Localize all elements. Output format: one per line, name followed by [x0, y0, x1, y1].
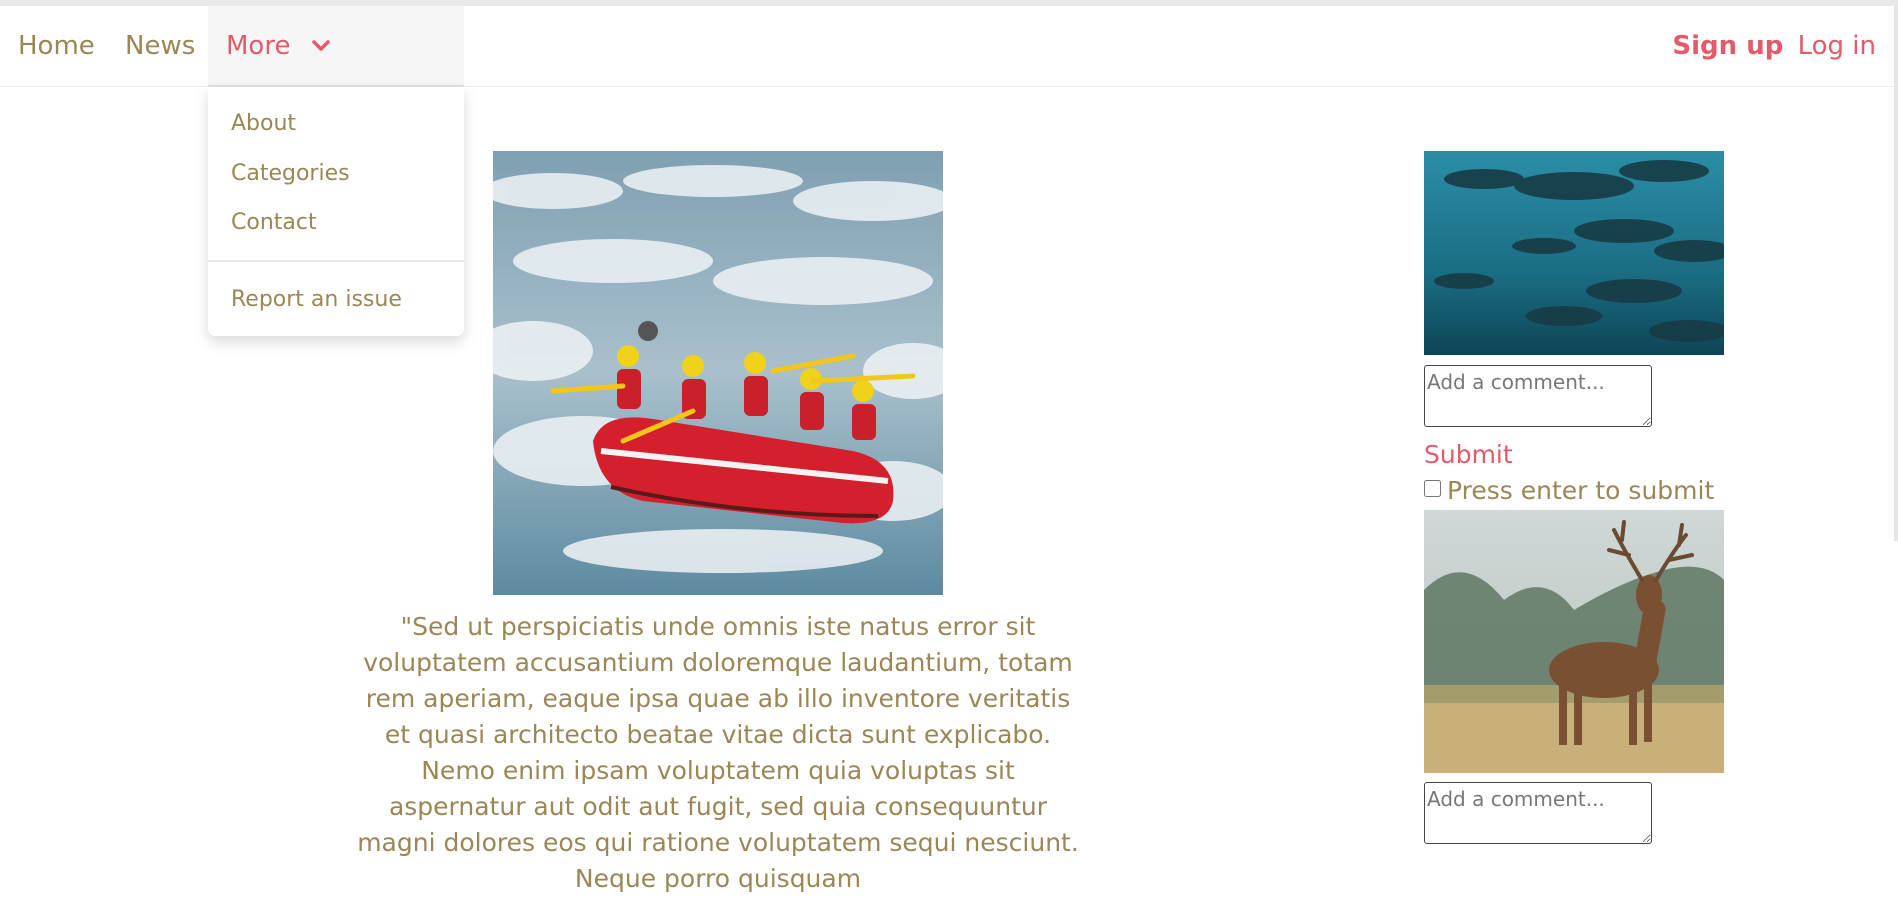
fish-photo [1424, 151, 1724, 355]
press-enter-checkbox[interactable] [1424, 480, 1441, 497]
chevron-down-icon [311, 5, 331, 85]
dropdown-item-about[interactable]: About [231, 111, 296, 136]
nav-news-link[interactable]: News [125, 6, 195, 86]
scrollbar[interactable] [1894, 6, 1898, 541]
auth-links: Sign up Log in [1672, 6, 1876, 86]
dropdown-divider [208, 260, 464, 262]
submit-button[interactable]: Submit [1424, 440, 1513, 469]
dropdown-item-contact[interactable]: Contact [231, 210, 317, 235]
comment-input-1[interactable] [1424, 365, 1652, 427]
signup-link[interactable]: Sign up [1672, 31, 1783, 61]
login-link[interactable]: Log in [1798, 31, 1876, 61]
nav-home-link[interactable]: Home [18, 6, 95, 86]
rafting-photo [493, 151, 943, 595]
comment-input-2[interactable] [1424, 782, 1652, 844]
navbar: Home News More Sign up Log in [0, 6, 1898, 87]
article-quote: "Sed ut perspiciatis unde omnis iste nat… [357, 612, 1079, 893]
more-dropdown-menu: About Categories Contact Report an issue [208, 85, 464, 336]
press-enter-option: Press enter to submit [1424, 476, 1714, 505]
nav-more-toggle[interactable]: More [208, 6, 464, 86]
nav-more-label: More [226, 31, 291, 61]
dropdown-item-categories[interactable]: Categories [231, 161, 350, 186]
dropdown-item-report-issue[interactable]: Report an issue [231, 287, 402, 312]
press-enter-label: Press enter to submit [1447, 476, 1715, 505]
dropdown-top-border [208, 85, 464, 87]
deer-photo [1424, 510, 1724, 773]
